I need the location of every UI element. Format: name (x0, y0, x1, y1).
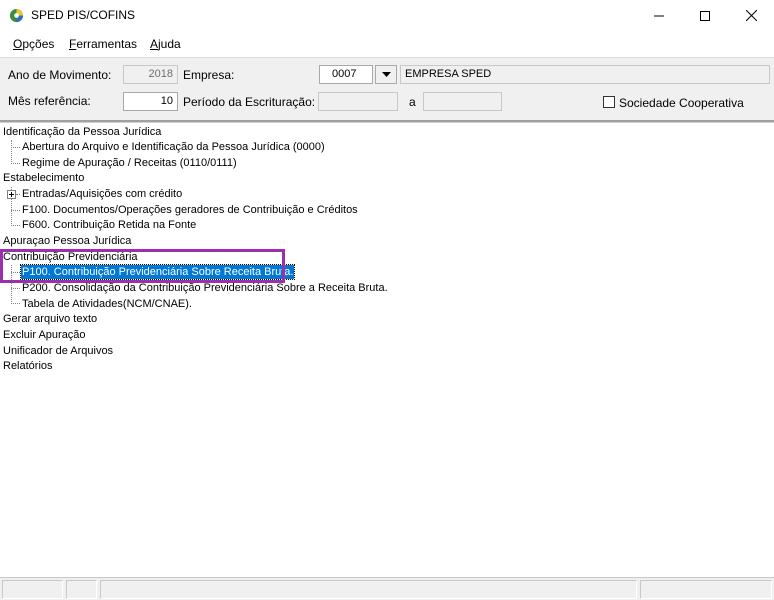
minimize-icon (654, 15, 664, 16)
header-panel: Ano de Movimento: 2018 Empresa: 0007 EMP… (0, 57, 774, 122)
cooperativa-label: Sociedade Cooperativa (619, 96, 744, 110)
cooperativa-checkbox[interactable] (603, 96, 615, 108)
tree-item-f100[interactable]: F100. Documentos/Operações geradores de … (22, 203, 358, 217)
status-panel-3 (100, 580, 637, 599)
tree-connector (11, 147, 20, 148)
periodo-separator: a (409, 95, 416, 109)
tree-item-entradas[interactable]: Entradas/Aquisições com crédito (22, 187, 182, 201)
close-button[interactable] (728, 0, 774, 31)
tree-item-p200[interactable]: P200. Consolidação da Contribuição Previ… (22, 281, 388, 295)
menu-opcoes[interactable]: Opções (13, 37, 54, 51)
maximize-icon (700, 10, 710, 21)
menu-ajuda[interactable]: Ajuda (150, 37, 181, 51)
periodo-label: Período da Escrituração: (183, 95, 316, 109)
tree-item-excluir-apuracao[interactable]: Excluir Apuração (3, 328, 86, 342)
tree-connector (11, 140, 12, 164)
expand-plus-icon[interactable] (7, 190, 16, 199)
menu-bar: Opções Ferramentas Ajuda (0, 34, 774, 54)
status-panel-4 (640, 580, 772, 599)
tree-item-f600[interactable]: F600. Contribuição Retida na Fonte (22, 218, 196, 232)
tree-item-relatorios[interactable]: Relatórios (3, 359, 53, 373)
maximize-button[interactable] (682, 0, 728, 31)
close-icon (745, 10, 757, 21)
tree-connector (11, 288, 20, 289)
tree-connector (11, 303, 20, 304)
status-panel-1 (2, 580, 63, 599)
window-title: SPED PIS/COFINS (31, 8, 136, 22)
tree-item-apuracao[interactable]: Apuraçao Pessoa Jurídica (3, 234, 131, 248)
tree-item-identificacao[interactable]: Identificação da Pessoa Jurídica (3, 125, 161, 139)
menu-opcoes-label: pções (22, 37, 55, 51)
navigation-tree: Identificação da Pessoa Jurídica Abertur… (0, 122, 774, 578)
menu-opcoes-accel: O (13, 37, 23, 51)
tree-connector (11, 225, 20, 226)
title-bar: SPED PIS/COFINS (0, 0, 774, 31)
empresa-label: Empresa: (183, 68, 235, 82)
tree-item-unificador[interactable]: Unificador de Arquivos (3, 344, 113, 358)
tree-item-regime[interactable]: Regime de Apuração / Receitas (0110/0111… (22, 156, 237, 170)
dropdown-arrow-icon (381, 72, 391, 77)
annotation-highlight-box (0, 249, 285, 283)
minimize-button[interactable] (636, 0, 682, 31)
tree-connector (16, 194, 20, 195)
status-bar (0, 577, 774, 600)
tree-item-abertura[interactable]: Abertura do Arquivo e Identificação da P… (22, 140, 325, 154)
mes-label: Mês referência: (8, 94, 91, 108)
periodo-end-field[interactable] (423, 92, 502, 111)
status-panel-2 (66, 580, 97, 599)
menu-ajuda-accel: A (150, 37, 159, 51)
tree-item-estabelecimento[interactable]: Estabelecimento (3, 171, 84, 185)
menu-ferramentas[interactable]: Ferramentas (69, 37, 137, 51)
periodo-start-field[interactable] (318, 92, 398, 111)
empresa-dropdown-button[interactable] (375, 65, 397, 84)
app-icon (9, 8, 24, 23)
ano-label: Ano de Movimento: (8, 68, 112, 82)
mes-field[interactable]: 10 (123, 92, 178, 111)
tree-item-tabela-atividades[interactable]: Tabela de Atividades(NCM/CNAE). (22, 297, 192, 311)
tree-connector (11, 163, 20, 164)
tree-item-gerar-arquivo[interactable]: Gerar arquivo texto (3, 312, 97, 326)
empresa-name-field: EMPRESA SPED (400, 65, 770, 84)
menu-ferramentas-label: erramentas (76, 37, 138, 51)
menu-ajuda-label: juda (158, 37, 181, 51)
tree-connector (11, 210, 20, 211)
empresa-code-field[interactable]: 0007 (319, 65, 373, 84)
ano-field[interactable]: 2018 (123, 65, 178, 84)
